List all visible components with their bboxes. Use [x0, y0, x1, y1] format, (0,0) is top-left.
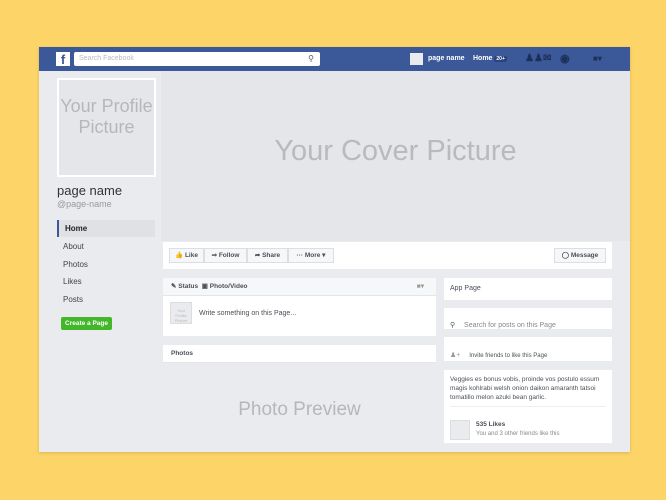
home-label: Home — [473, 55, 493, 62]
app-page-card[interactable]: App Page — [444, 278, 612, 300]
post-search-placeholder: Search for posts on this Page — [464, 322, 556, 329]
nav-photos[interactable]: Photos — [57, 256, 155, 273]
search-icon: ⚲ — [450, 322, 456, 329]
cover-text: Your Cover Picture — [274, 135, 517, 167]
like-label: Like — [184, 252, 198, 259]
about-card: Veggies es bonus vobis, proinde vos post… — [444, 370, 612, 443]
home-link[interactable]: Home 20+ — [473, 47, 507, 71]
photos-title: Photos — [163, 345, 436, 363]
follow-button[interactable]: ⇒ Follow — [204, 248, 247, 263]
app-page-label: App Page — [450, 285, 481, 292]
composer-input[interactable]: Write something on this Page... — [199, 310, 296, 317]
nav-likes[interactable]: Likes — [57, 273, 155, 290]
action-bar: 👍 Like ⇒ Follow ➦ Share ··· More ▾ ◯ Mes… — [163, 242, 612, 269]
composer-avatar: Your Profile Picture — [170, 302, 192, 324]
notifications-globe-icon[interactable]: ◉ — [560, 47, 570, 71]
page-title: page name — [57, 183, 123, 198]
search-icon[interactable]: ⚲ — [308, 52, 314, 66]
more-label: More — [304, 252, 321, 259]
likes-count[interactable]: 535 Likes — [476, 421, 505, 428]
cover-picture[interactable]: Your Cover Picture — [161, 71, 630, 241]
message-button[interactable]: ◯ Message — [554, 248, 606, 263]
follow-label: Follow — [218, 252, 240, 259]
nav-home[interactable]: Home — [57, 220, 155, 237]
messages-icon[interactable]: ✉ — [543, 47, 551, 71]
nav-posts[interactable]: Posts — [57, 291, 155, 308]
composer: ✎ Status ▣ Photo/Video ■▾ Your Profile P… — [163, 278, 436, 336]
home-badge: 20+ — [494, 56, 507, 62]
like-button[interactable]: 👍 Like — [169, 248, 204, 263]
create-page-button[interactable]: Create a Page — [61, 317, 112, 330]
facebook-logo[interactable]: f — [56, 52, 70, 67]
page-name-link[interactable]: page name — [428, 47, 465, 71]
share-label: Share — [262, 252, 281, 259]
search-input[interactable]: Search Facebook ⚲ — [74, 52, 320, 66]
profile-picture[interactable]: Your Profile Picture — [57, 78, 156, 177]
settings-dropdown-icon[interactable]: ■▾ — [593, 47, 602, 71]
page-avatar[interactable] — [410, 53, 423, 65]
composer-tabs: ✎ Status ▣ Photo/Video ■▾ — [163, 278, 436, 296]
pencil-icon: ✎ — [171, 283, 177, 290]
top-bar: f Search Facebook ⚲ page name Home 20+ ♟♟… — [39, 47, 630, 71]
likes-thumbnail — [450, 420, 470, 440]
page-handle: @page-name — [57, 199, 112, 209]
about-text: Veggies es bonus vobis, proinde vos post… — [450, 376, 600, 401]
invite-friends-card[interactable]: ♟+ Invite friends to like this Page — [444, 337, 612, 361]
photo-preview: Photo Preview — [238, 399, 361, 420]
photo-video-tab[interactable]: Photo/Video — [210, 283, 248, 290]
post-search-input[interactable]: ⚲ Search for posts on this Page — [444, 308, 612, 329]
photos-card: Photos Photo Preview — [163, 345, 436, 452]
share-button[interactable]: ➦ Share — [247, 248, 288, 263]
invite-label: Invite friends to like this Page — [469, 353, 548, 359]
audience-dropdown-icon[interactable]: ■▾ — [417, 278, 424, 296]
message-label: Message — [570, 252, 599, 259]
status-tab[interactable]: Status — [178, 283, 198, 290]
invite-icon: ♟+ — [450, 352, 461, 359]
search-placeholder: Search Facebook — [79, 55, 134, 62]
photo-icon: ▣ — [201, 283, 208, 290]
facebook-page-window: f Search Facebook ⚲ page name Home 20+ ♟♟… — [39, 47, 630, 452]
likes-friends: You and 3 other friends like this — [476, 431, 560, 437]
nav-about[interactable]: About — [57, 238, 155, 255]
friends-icon[interactable]: ♟♟ — [525, 47, 543, 71]
more-button[interactable]: ··· More ▾ — [288, 248, 334, 263]
